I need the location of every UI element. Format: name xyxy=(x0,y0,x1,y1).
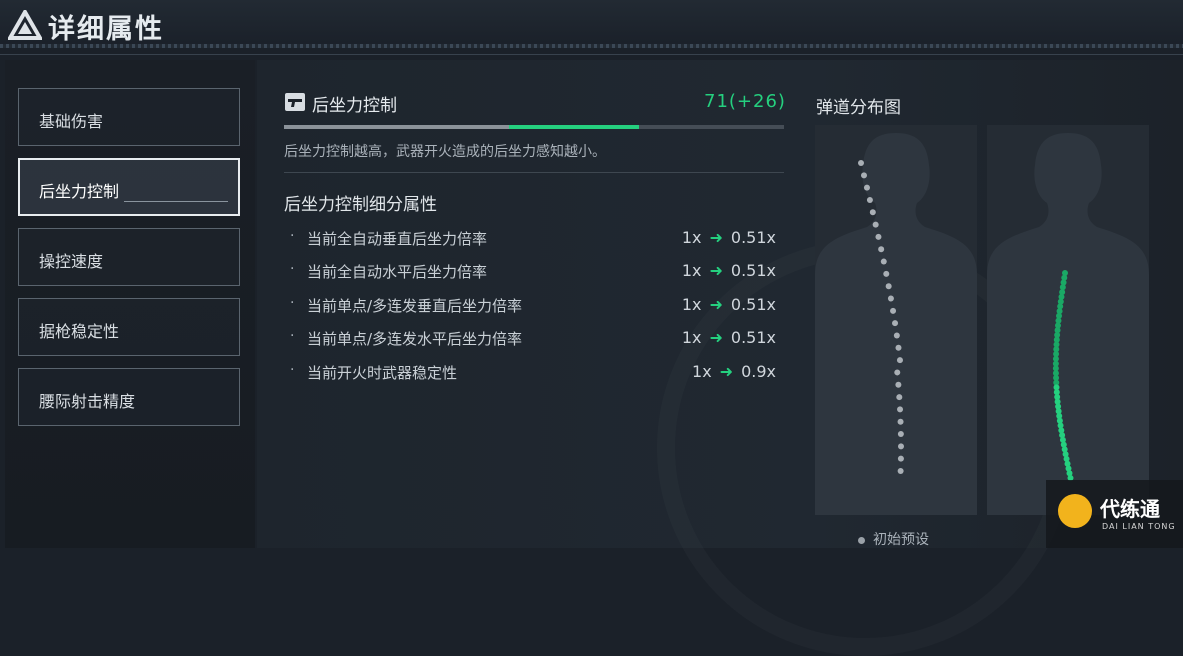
nav-item-base-damage[interactable]: 基础伤害 xyxy=(18,88,240,146)
shot-dot xyxy=(892,320,899,327)
title-bar: 详细属性 xyxy=(0,0,1183,48)
triangle-logo-icon xyxy=(8,10,42,40)
arrow-right-icon: ➜ xyxy=(709,328,723,347)
attr-name: 当前开火时武器稳定性 xyxy=(307,364,458,382)
shot-dot xyxy=(885,283,892,290)
page-title: 详细属性 xyxy=(48,14,164,45)
shot-dot xyxy=(878,246,885,253)
shot-dot xyxy=(866,196,873,203)
nav-item-aim-stability[interactable]: 据枪稳定性 xyxy=(18,298,240,356)
bullet: · xyxy=(290,362,295,378)
shot-dot xyxy=(887,295,894,302)
nav-item-label: 操控速度 xyxy=(39,252,104,271)
arrow-right-icon: ➜ xyxy=(709,295,723,314)
shot-dot xyxy=(872,221,879,228)
attr-row: · 当前全自动垂直后坐力倍率 1x ➜ 0.51x xyxy=(290,228,776,250)
attr-from: 1x xyxy=(681,261,702,280)
shot-dot xyxy=(897,406,904,413)
attr-name: 当前单点/多连发水平后坐力倍率 xyxy=(307,330,523,348)
shot-dot xyxy=(894,369,901,376)
attr-from: 1x xyxy=(692,362,712,381)
attr-values: 1x ➜ 0.51x xyxy=(682,295,776,314)
ballistics-title: 弹道分布图 xyxy=(816,98,901,118)
attr-name: 当前全自动水平后坐力倍率 xyxy=(307,263,488,281)
shot-dot xyxy=(860,172,867,179)
attr-row: · 当前开火时武器稳定性 1x ➜ 0.9x xyxy=(290,362,776,384)
nav-item-label: 基础伤害 xyxy=(39,112,104,131)
shot-dot xyxy=(883,270,890,277)
attr-values: 1x ➜ 0.51x xyxy=(682,328,776,347)
attr-name: 当前单点/多连发垂直后坐力倍率 xyxy=(307,297,523,315)
stat-value: 71(+26) xyxy=(704,91,786,112)
title-divider xyxy=(0,44,1183,48)
ballistics-panel-initial xyxy=(815,125,977,515)
attr-values: 1x ➜ 0.51x xyxy=(682,261,776,280)
shot-dot xyxy=(897,431,904,438)
shot-dot xyxy=(896,394,903,401)
attr-row: · 当前全自动水平后坐力倍率 1x ➜ 0.51x xyxy=(290,261,776,283)
frame-line xyxy=(0,54,1183,55)
attr-from: 1x xyxy=(681,228,702,247)
nav-item-label: 后坐力控制 xyxy=(39,182,120,201)
ballistics-panel-current xyxy=(987,125,1149,515)
active-indicator xyxy=(124,201,228,202)
shot-dot xyxy=(897,418,904,425)
attr-to: 0.51x xyxy=(730,295,776,314)
shot-dot xyxy=(858,160,864,166)
shot-dot xyxy=(890,307,897,314)
attr-to: 0.51x xyxy=(730,228,776,247)
shot-dot xyxy=(897,468,904,474)
shot-dot xyxy=(895,344,902,351)
bullet: · xyxy=(290,295,295,311)
watermark-subtitle: DAI LIAN TONG xyxy=(1102,522,1176,531)
shot-dot xyxy=(897,443,904,450)
shot-dot xyxy=(893,332,900,339)
arrow-right-icon: ➜ xyxy=(719,362,734,381)
shot-dot xyxy=(863,184,870,191)
attr-row: · 当前单点/多连发水平后坐力倍率 1x ➜ 0.51x xyxy=(290,328,776,350)
attr-to: 0.51x xyxy=(730,328,776,347)
shot-dot xyxy=(869,209,876,216)
shot-dot xyxy=(896,357,903,364)
attr-from: 1x xyxy=(681,295,702,314)
ballistics-legend: 初始预设 xyxy=(858,529,929,549)
watermark: 代练通 DAI LIAN TONG xyxy=(1046,480,1183,548)
watermark-title: 代练通 xyxy=(1100,497,1160,521)
attr-to: 0.51x xyxy=(730,261,776,280)
stat-description: 后坐力控制越高，武器开火造成的后坐力感知越小。 xyxy=(284,144,606,160)
silhouette-target xyxy=(987,133,1149,515)
shot-dot xyxy=(895,381,902,388)
legend-dot-icon xyxy=(858,536,865,544)
stat-name: 后坐力控制 xyxy=(312,96,397,116)
attr-values: 1x ➜ 0.51x xyxy=(682,228,776,247)
silhouette-target xyxy=(815,133,977,515)
shot-dot xyxy=(880,258,887,265)
arrow-right-icon: ➜ xyxy=(709,228,723,247)
stat-bar-bonus-fill xyxy=(509,125,639,129)
attr-values: 1x ➜ 0.9x xyxy=(692,362,776,381)
pistol-icon xyxy=(285,93,305,111)
attr-from: 1x xyxy=(681,328,702,347)
attr-to: 0.9x xyxy=(741,362,776,381)
stat-bar-base-fill xyxy=(284,125,509,129)
nav-item-label: 据枪稳定性 xyxy=(39,322,120,341)
legend-label: 初始预设 xyxy=(873,532,929,548)
nav-item-label: 腰际射击精度 xyxy=(39,392,136,411)
nav-item-recoil-control[interactable]: 后坐力控制 xyxy=(18,158,240,216)
bullet: · xyxy=(290,261,295,277)
arrow-right-icon: ➜ xyxy=(709,261,723,280)
watermark-logo-icon xyxy=(1058,494,1092,528)
nav-item-hipfire-accuracy[interactable]: 腰际射击精度 xyxy=(18,368,240,426)
shot-dot xyxy=(897,455,904,462)
details-title: 后坐力控制细分属性 xyxy=(284,195,437,215)
bullet: · xyxy=(290,228,295,244)
bullet: · xyxy=(290,328,295,344)
attr-name: 当前全自动垂直后坐力倍率 xyxy=(307,230,488,248)
attr-row: · 当前单点/多连发垂直后坐力倍率 1x ➜ 0.51x xyxy=(290,295,776,317)
shot-dot xyxy=(875,233,882,240)
section-divider xyxy=(284,172,784,173)
nav-item-handling-speed[interactable]: 操控速度 xyxy=(18,228,240,286)
